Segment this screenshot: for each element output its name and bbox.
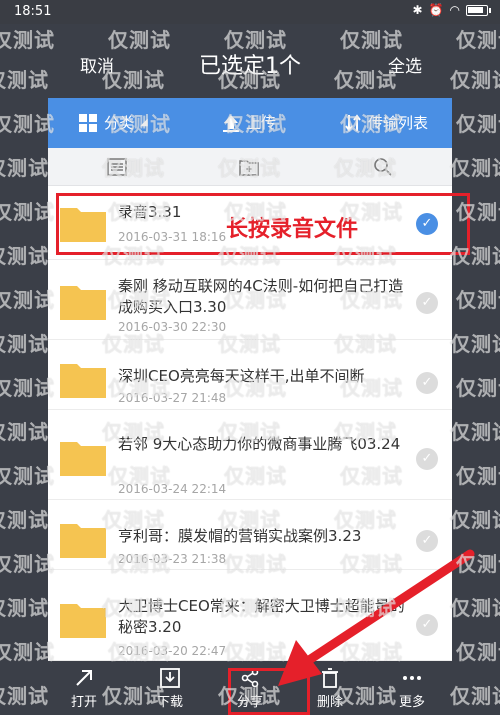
search-icon[interactable] xyxy=(372,156,394,178)
page-title: 已选定1个 xyxy=(199,54,301,79)
download-icon xyxy=(160,668,180,688)
file-date: 2016-03-30 22:30 xyxy=(118,320,227,334)
new-folder-icon[interactable] xyxy=(238,156,260,178)
check-icon[interactable]: ✓ xyxy=(416,372,438,394)
annotation-text: 长按录音文件 xyxy=(226,217,359,242)
file-name: 亨利哥：膜发帽的营销实战案例3.23 xyxy=(118,527,362,545)
file-date: 2016-03-23 21:38 xyxy=(118,552,227,566)
folder-icon xyxy=(60,524,106,558)
folder-icon xyxy=(60,604,106,638)
open-label: 打开 xyxy=(70,695,97,710)
file-name: 深圳CEO亮亮每天这样干,出单不间断 xyxy=(118,367,365,385)
file-date: 2016-03-24 22:14 xyxy=(118,482,227,496)
file-row[interactable]: 亨利哥：膜发帽的营销实战案例3.23 2016-03-23 21:38 ✓ xyxy=(48,500,452,570)
file-name: 大卫博士CEO常来：解密大卫博士超能量的秘密3.20 xyxy=(118,597,405,636)
left-edge xyxy=(0,98,48,715)
upload-label: 上传 xyxy=(246,114,277,132)
check-icon[interactable]: ✓ xyxy=(416,448,438,470)
status-time: 18:51 xyxy=(14,4,52,19)
download-button[interactable]: 下载 xyxy=(140,667,200,710)
category-button[interactable]: 分类 ◢ xyxy=(78,112,148,133)
check-icon[interactable]: ✓ xyxy=(416,530,438,552)
delete-label: 删除 xyxy=(316,695,343,710)
file-row[interactable]: 大卫博士CEO常来：解密大卫博士超能量的秘密3.20 2016-03-20 22… xyxy=(48,570,452,661)
check-icon[interactable]: ✓ xyxy=(416,614,438,636)
file-date: 2016-03-27 21:48 xyxy=(118,391,227,405)
more-button[interactable]: 更多 xyxy=(382,667,442,710)
grid-icon xyxy=(79,113,97,132)
file-date: 2016-03-20 22:47 xyxy=(118,644,227,658)
transfer-list-button[interactable]: 传输列表 xyxy=(344,112,428,133)
check-icon[interactable]: ✓ xyxy=(416,292,438,314)
open-arrow-icon xyxy=(76,670,92,686)
upload-button[interactable]: 上传 xyxy=(222,112,276,133)
battery-icon xyxy=(466,4,491,16)
open-button[interactable]: 打开 xyxy=(54,667,114,710)
file-name: 若邻 9大心态助力你的微商事业腾飞03.24 xyxy=(118,435,401,453)
alarm-icon: ⏰ xyxy=(428,3,444,17)
wifi-icon: ◠ xyxy=(449,3,460,17)
caret-down-icon: ◢ xyxy=(140,117,148,128)
bluetooth-icon: ✱ xyxy=(412,3,423,17)
file-list: 录音3.31 2016-03-31 18:16 ✓ 秦刚 移动互联网的4C法则-… xyxy=(48,186,452,661)
action-bar: 分类 ◢ 上传 传输列表 xyxy=(48,98,452,148)
trash-icon xyxy=(322,668,338,688)
upload-icon xyxy=(223,114,239,132)
file-toolbar xyxy=(48,148,452,186)
category-label: 分类 xyxy=(104,114,135,132)
file-row[interactable]: 若邻 9大心态助力你的微商事业腾飞03.24 2016-03-24 22:14 … xyxy=(48,410,452,500)
file-row[interactable]: 秦刚 移动互联网的4C法则-如何把自己打造成购买入口3.30 2016-03-3… xyxy=(48,260,452,340)
transfer-icon xyxy=(345,113,361,132)
file-row[interactable]: 深圳CEO亮亮每天这样干,出单不间断 2016-03-27 21:48 ✓ xyxy=(48,340,452,410)
more-dots-icon xyxy=(403,676,421,680)
selection-header: 取消 已选定1个 全选 xyxy=(0,24,500,98)
more-label: 更多 xyxy=(398,695,425,710)
file-name: 秦刚 移动互联网的4C法则-如何把自己打造成购买入口3.30 xyxy=(118,277,404,316)
folder-icon xyxy=(60,286,106,320)
right-edge xyxy=(452,98,500,715)
status-bar: 18:51 ✱ ⏰ ◠ xyxy=(0,0,500,24)
folder-icon xyxy=(60,364,106,398)
status-icons: ✱ ⏰ ◠ xyxy=(412,3,491,17)
share-highlight-box xyxy=(228,668,310,715)
list-view-icon[interactable] xyxy=(106,156,128,178)
folder-icon xyxy=(60,442,106,476)
select-all-button[interactable]: 全选 xyxy=(388,52,422,77)
transfer-label: 传输列表 xyxy=(368,114,429,132)
download-label: 下载 xyxy=(156,695,183,710)
